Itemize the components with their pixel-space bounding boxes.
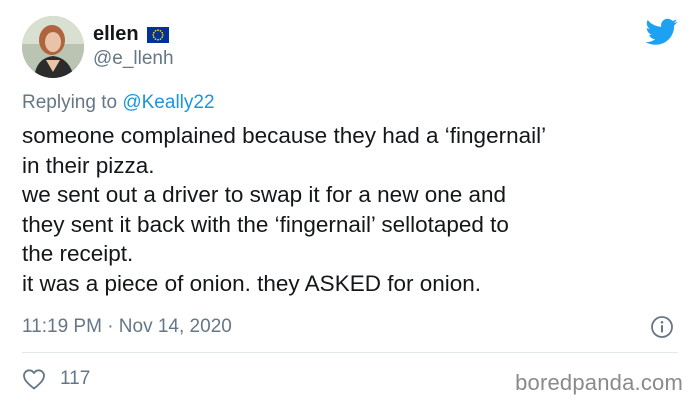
tweet-line: the receipt. <box>22 241 134 266</box>
like-button[interactable]: 117 <box>22 368 90 390</box>
heart-icon <box>23 369 45 390</box>
profile-photo <box>22 16 84 78</box>
tweet-line: it was a piece of onion. they ASKED for … <box>22 270 482 296</box>
eu-flag-icon <box>146 26 169 43</box>
twitter-bird-icon[interactable] <box>646 18 678 46</box>
info-icon[interactable] <box>650 315 674 339</box>
avatar[interactable] <box>22 16 84 78</box>
like-count: 117 <box>60 368 91 389</box>
tweet-line: in their pizza. <box>22 152 155 178</box>
tweet-text: someone complained because they had a ‘f… <box>22 121 682 298</box>
author-handle[interactable]: @e_llenh <box>93 48 174 70</box>
tweet-line: we sent out a driver to swap it for a ne… <box>22 182 507 207</box>
reply-mention-link[interactable]: @Keally22 <box>122 92 214 113</box>
reply-prefix: Replying to <box>22 92 118 113</box>
reply-context: Replying to @Keally22 <box>22 92 215 114</box>
tweet-line: they sent it back with the ‘fingernail’ … <box>22 211 509 237</box>
tweet-line: someone complained because they had a ‘f… <box>22 123 547 148</box>
author-name-row: ellen <box>93 23 169 46</box>
author-display-name[interactable]: ellen <box>93 23 139 46</box>
tweet-timestamp[interactable]: 11:19 PM · Nov 14, 2020 <box>22 316 232 338</box>
divider <box>22 352 678 353</box>
watermark: boredpanda.com <box>515 370 683 395</box>
